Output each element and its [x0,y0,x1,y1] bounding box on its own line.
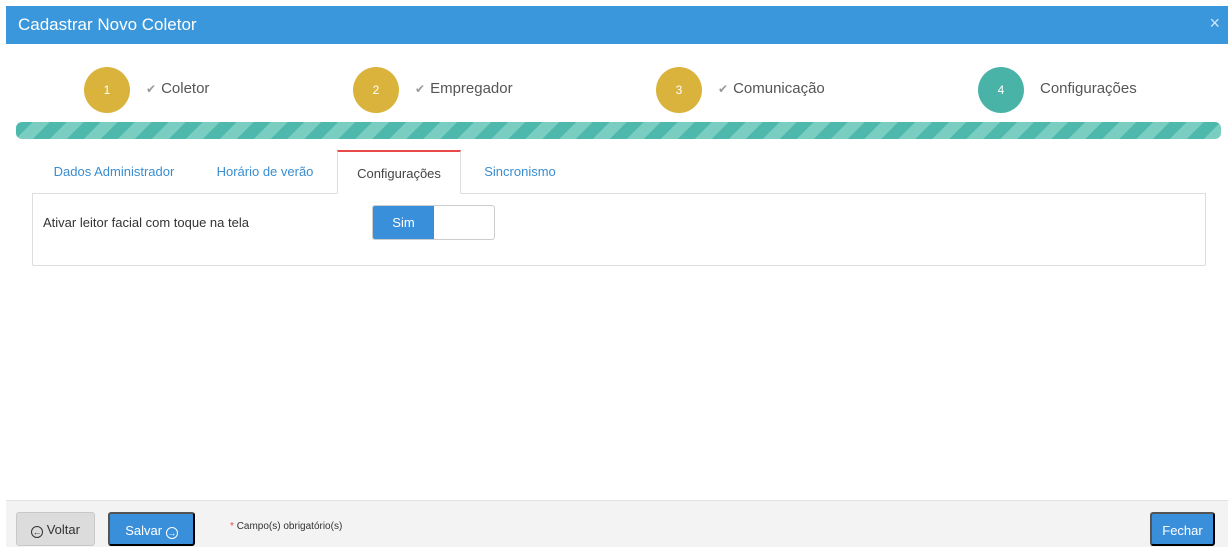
step-number-badge: 2 [353,67,399,113]
tab-dados-administrador[interactable]: Dados Administrador [32,150,196,194]
check-icon: ✔ [718,82,729,96]
close-icon[interactable]: × [1209,14,1220,32]
step-number-badge: 3 [656,67,702,113]
tab-sincronismo[interactable]: Sincronismo [465,150,575,194]
tab-configuracoes[interactable]: Configurações [337,150,461,194]
check-icon: ✔ [415,82,426,96]
save-button[interactable]: Salvar → [108,512,195,546]
facial-touch-label: Ativar leitor facial com toque na tela [43,215,249,230]
configuracoes-panel: Ativar leitor facial com toque na tela S… [32,193,1206,266]
step-label: Comunicação [733,80,825,97]
facial-touch-toggle[interactable]: Sim [372,205,495,240]
settings-tabs: Dados Administrador Horário de verão Con… [32,150,1206,194]
modal-title: Cadastrar Novo Coletor [18,15,197,34]
arrow-left-circle-icon: ← [31,526,44,538]
toggle-on-label[interactable]: Sim [373,206,434,239]
step-number-badge: 4 [978,67,1024,113]
back-button[interactable]: ← Voltar [16,512,95,546]
arrow-right-circle-icon: → [165,527,178,539]
step-label: Coletor [161,80,210,97]
modal-footer: ← Voltar Salvar → * Campo(s) obrigatório… [6,500,1228,547]
step-label: Empregador [430,80,513,97]
check-icon: ✔ [146,82,157,96]
required-fields-note: * Campo(s) obrigatório(s) [230,521,343,532]
register-collector-modal: Cadastrar Novo Coletor × 1 ✔ Coletor 2 ✔ E… [0,0,1228,547]
step-label: Configurações [1040,80,1137,97]
close-button[interactable]: Fechar [1150,512,1215,546]
tab-horario-de-verao[interactable]: Horário de verão [200,150,330,194]
modal-header: Cadastrar Novo Coletor × [6,6,1228,44]
step-number-badge: 1 [84,67,130,113]
wizard-progress-bar [16,122,1221,139]
